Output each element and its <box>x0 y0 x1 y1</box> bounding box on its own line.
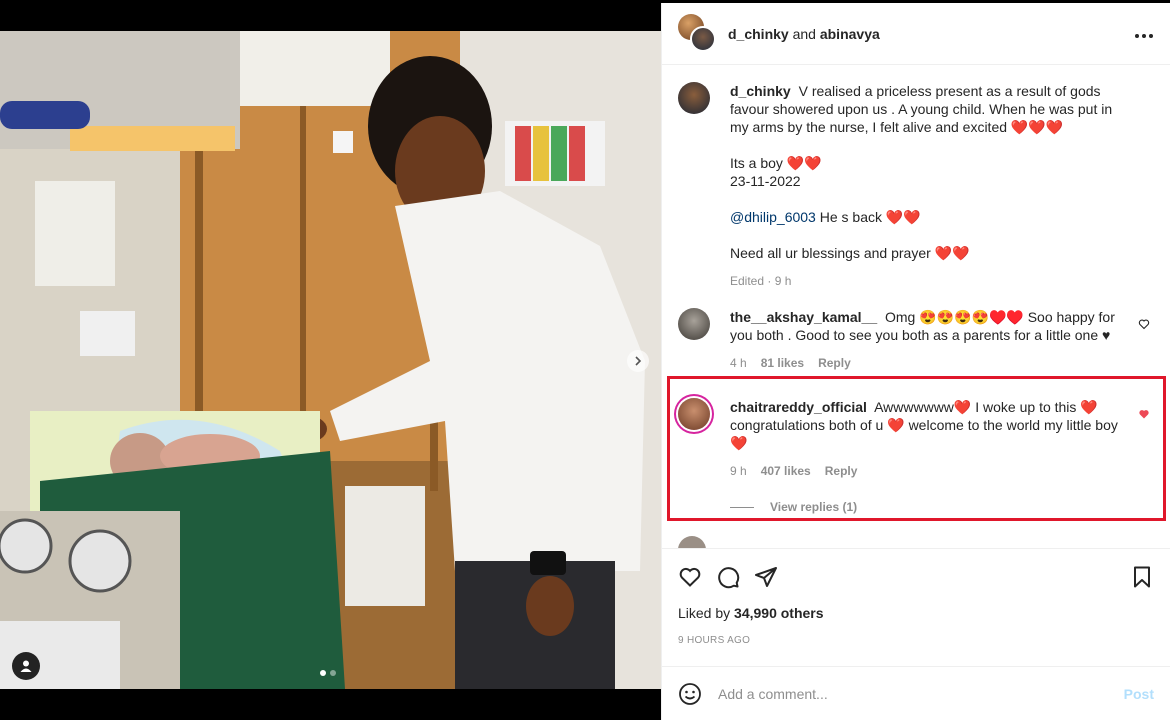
carousel-dot <box>330 670 336 676</box>
comment-input[interactable] <box>718 685 1124 702</box>
comment-time[interactable]: 4 h <box>730 354 747 372</box>
comment-username[interactable]: the__akshay_kamal__ <box>730 309 877 325</box>
reply-button[interactable]: Reply <box>825 462 858 480</box>
avatar <box>678 536 706 548</box>
heart-emoji: ❤️ <box>730 435 748 451</box>
heart-emoji: ❤️❤️❤️ <box>1010 119 1064 135</box>
comment-meta: 9 h 407 likes Reply <box>730 462 1130 480</box>
comment-username[interactable]: chaitrareddy_official <box>730 399 867 415</box>
comment-text: Awwwwwww <box>874 399 954 415</box>
comment-text: congratulations both of u <box>730 417 884 433</box>
post-header: d_chinky and abinavya <box>662 3 1170 65</box>
carousel-indicator <box>320 670 336 676</box>
tagged-users-button[interactable] <box>12 652 40 680</box>
comment-icon <box>718 567 740 589</box>
reply-button[interactable]: Reply <box>818 354 851 372</box>
caption-date: 23-11-2022 <box>730 173 801 189</box>
divider <box>730 506 754 508</box>
save-button[interactable] <box>1130 565 1154 589</box>
heart-emoji: ❤️ <box>1080 399 1098 415</box>
comment-item: chaitrareddy_official Awwwwwww❤️ I woke … <box>678 398 1154 516</box>
collab-avatars[interactable] <box>678 13 718 54</box>
caption-meta: Edited · 9 h <box>730 272 1130 290</box>
mention-link[interactable]: @dhilip_6003 <box>730 209 816 225</box>
comment-meta: 4 h 81 likes Reply <box>730 354 1130 372</box>
smiley-icon <box>679 682 701 705</box>
heart-emoji: ❤️ <box>953 399 972 415</box>
post-actions: Liked by 34,990 others 9 HOURS AGO <box>662 548 1170 646</box>
avatar[interactable] <box>678 82 710 114</box>
comment-button[interactable] <box>716 565 740 589</box>
heart-emoji: ❤️ <box>887 417 905 433</box>
comment-like-button[interactable] <box>1138 408 1150 423</box>
caption-line: Its a boy <box>730 155 783 171</box>
comment-item-partial <box>678 536 706 548</box>
edited-time: Edited · 9 h <box>730 274 792 288</box>
heart-emoji: ❤️❤️ <box>885 209 921 225</box>
user-icon <box>20 660 32 672</box>
caption-body: d_chinky V realised a priceless present … <box>730 82 1154 290</box>
avatar <box>690 25 716 52</box>
caption-line: He s back <box>819 209 882 225</box>
heart-emoji: ❤️❤️ <box>786 155 822 171</box>
comment-likes[interactable]: 407 likes <box>761 462 811 480</box>
action-icons <box>678 561 1154 593</box>
caption: d_chinky V realised a priceless present … <box>678 82 1154 290</box>
comment-text: I woke up to this <box>975 399 1077 415</box>
post-media <box>0 0 661 720</box>
avatar[interactable] <box>678 398 710 430</box>
author-conjunction: and <box>792 25 816 42</box>
more-options-button[interactable] <box>1134 23 1154 44</box>
comment-likes[interactable]: 81 likes <box>761 354 804 372</box>
heart-emoji: ❤️❤️ <box>934 245 970 261</box>
liked-by-label: Liked by <box>678 605 731 621</box>
add-comment-bar: Post <box>662 666 1170 720</box>
likes-summary: Liked by 34,990 others <box>678 605 1154 621</box>
comment-like-button[interactable] <box>1138 318 1150 333</box>
heart-outline-icon <box>1138 319 1150 330</box>
comment-item: the__akshay_kamal__ Omg 😍😍😍😍♥️♥️ Soo hap… <box>678 308 1154 372</box>
like-button[interactable] <box>678 565 702 589</box>
liked-by-count[interactable]: 34,990 others <box>734 605 824 621</box>
comment-body: chaitrareddy_official Awwwwwww❤️ I woke … <box>730 398 1154 516</box>
author-username[interactable]: abinavya <box>820 26 880 42</box>
view-replies-label: View replies (1) <box>770 500 858 514</box>
comment-body: the__akshay_kamal__ Omg 😍😍😍😍♥️♥️ Soo hap… <box>730 308 1154 372</box>
bookmark-icon <box>1134 566 1150 588</box>
carousel-dot-active <box>320 670 326 676</box>
more-horizontal-icon <box>1135 34 1153 38</box>
comment-text: welcome to the world my little boy <box>908 417 1118 433</box>
view-replies-button[interactable]: View replies (1) <box>730 498 1130 516</box>
comments-list[interactable]: d_chinky V realised a priceless present … <box>662 66 1170 548</box>
chevron-right-icon <box>635 356 642 366</box>
share-button[interactable] <box>754 565 778 589</box>
hospital-photo-illustration <box>0 31 661 689</box>
send-icon <box>755 567 777 587</box>
post-side-panel: d_chinky and abinavya d_chinky V realise… <box>661 3 1170 720</box>
emoji-button[interactable] <box>678 682 702 706</box>
comment-time[interactable]: 9 h <box>730 462 747 480</box>
caption-line: Need all ur blessings and prayer <box>730 245 931 261</box>
heart-filled-icon <box>1139 410 1149 419</box>
post-comment-button[interactable]: Post <box>1124 686 1154 702</box>
heart-icon <box>679 567 701 587</box>
author-username[interactable]: d_chinky <box>728 26 789 42</box>
carousel-next-button[interactable] <box>627 350 649 372</box>
post-timestamp[interactable]: 9 HOURS AGO <box>678 635 1154 646</box>
post-authors: d_chinky and abinavya <box>728 26 880 42</box>
caption-username[interactable]: d_chinky <box>730 83 791 99</box>
post-photo <box>0 31 661 689</box>
avatar[interactable] <box>678 308 710 340</box>
